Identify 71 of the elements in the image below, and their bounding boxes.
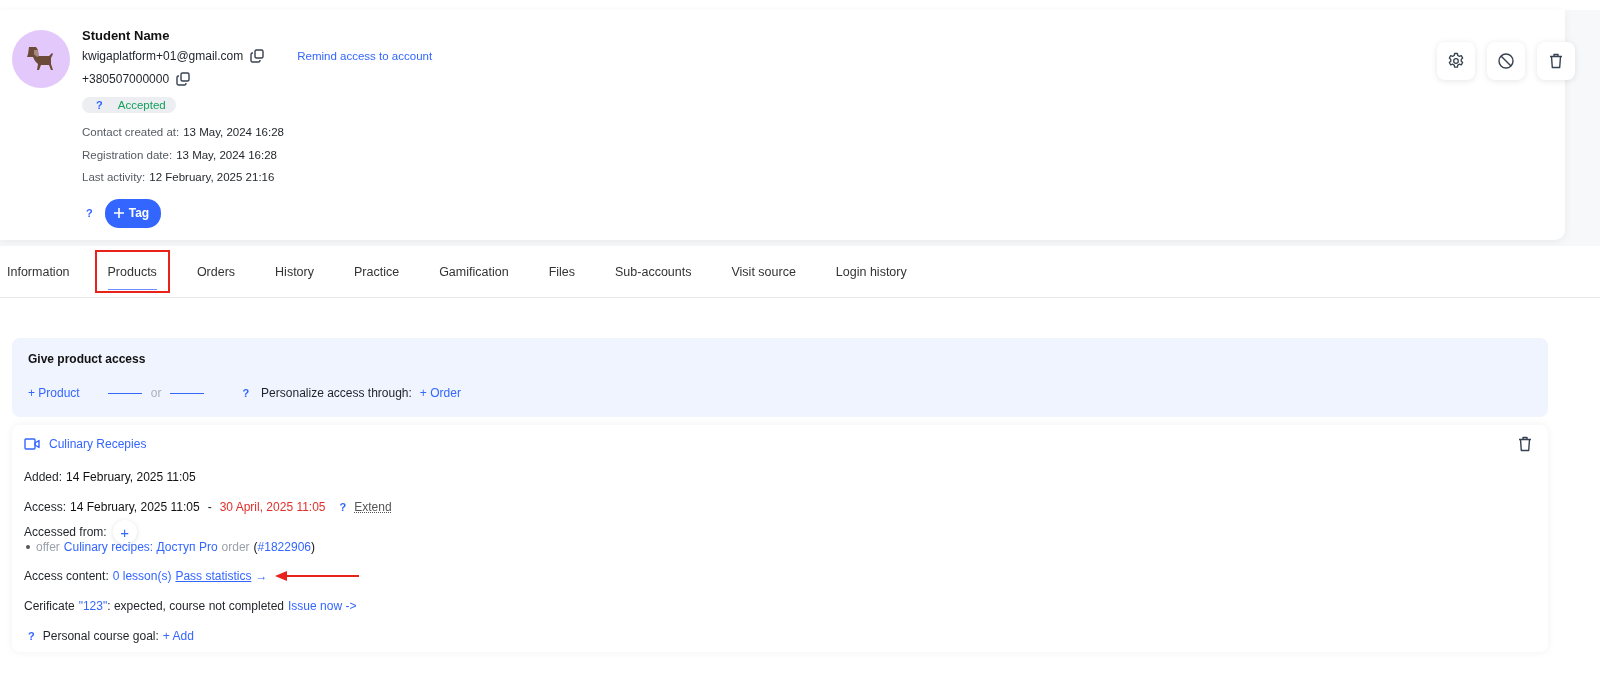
or-text: or [150, 386, 162, 400]
pass-statistics-link[interactable]: Pass statistics [175, 569, 252, 583]
detail-value: 12 February, 2025 21:16 [149, 171, 275, 184]
detail-value: 13 May, 2024 16:28 [183, 126, 284, 139]
help-icon[interactable]: ? [24, 630, 39, 642]
tab[interactable]: Sub-accounts [602, 250, 705, 293]
copy-icon [175, 71, 192, 87]
help-icon[interactable]: ? [335, 501, 351, 513]
student-name: Student Name [82, 28, 171, 44]
tab[interactable]: Products [94, 250, 170, 293]
lessons-link[interactable]: 0 lesson(s) [112, 569, 172, 583]
add-goal-link[interactable]: + Add [162, 629, 194, 643]
bullet [26, 545, 30, 549]
product-title-link[interactable]: Culinary Recepies [49, 437, 147, 451]
detail-label: Registration date: [82, 148, 173, 161]
help-icon[interactable]: ? [238, 387, 254, 399]
access-end: 30 April, 2025 11:05 [219, 500, 326, 514]
copy-button[interactable] [249, 48, 266, 64]
status-text: Accepted [117, 99, 166, 111]
paren-text: ) [311, 540, 315, 554]
personalize-label: Personalize access through: [261, 386, 412, 400]
tab[interactable]: Login history [822, 250, 920, 293]
tab[interactable]: Visit source [718, 250, 809, 293]
goal-label: Personal course goal: [42, 629, 159, 643]
added-date: 14 February, 2025 11:05 [66, 470, 196, 484]
help-icon[interactable]: ? [92, 99, 107, 111]
access-content-label: Access content: [24, 569, 109, 583]
access-start: 14 February, 2025 11:05 [70, 500, 200, 514]
add-product-link[interactable]: + Product [28, 386, 80, 400]
order-number-link[interactable]: #1822906 [257, 540, 311, 554]
certificate-label: Cerificate [24, 599, 75, 613]
tab[interactable]: Files [535, 250, 589, 293]
issue-link[interactable]: Issue now -> [288, 599, 357, 613]
copy-button[interactable] [175, 71, 192, 87]
certificate-status: : expected, course not completed [107, 599, 284, 613]
add-tag-button[interactable]: Tag [104, 198, 162, 228]
block-icon [1497, 52, 1515, 70]
trash-button[interactable] [1537, 42, 1575, 80]
extend-link[interactable]: Extend [354, 500, 392, 514]
added-label: Added: [24, 470, 63, 484]
access-label: Access: [24, 500, 66, 514]
detail-value: 13 May, 2024 16:28 [176, 148, 277, 161]
phone-text: +380507000000 [82, 72, 170, 86]
tab[interactable]: Orders [183, 250, 249, 293]
paren-text: ( [253, 540, 258, 554]
detail-label: Contact created at: [82, 126, 180, 139]
panel-title: Give product access [28, 352, 147, 366]
date-separator: - [207, 500, 212, 514]
source-type: order [221, 540, 250, 554]
add-order-link[interactable]: + Order [419, 386, 461, 400]
email-text: kwigaplatform+01@gmail.com [82, 49, 244, 63]
video-icon [24, 437, 40, 451]
arrow-text: → [255, 569, 268, 583]
tab[interactable]: Practice [341, 250, 413, 293]
remind-link[interactable]: Remind access to account [297, 50, 433, 62]
accessed-from-label: Accessed from: [24, 525, 107, 539]
block-button[interactable] [1487, 42, 1525, 80]
trash-icon [1516, 435, 1534, 453]
tab[interactable]: Information [0, 250, 83, 293]
delete-button[interactable] [1516, 435, 1534, 453]
tab[interactable]: History [262, 250, 327, 293]
plus-icon [113, 208, 124, 218]
source-kind: offer [36, 540, 60, 554]
detail-label: Last activity: [82, 171, 146, 184]
help-icon[interactable]: ? [82, 207, 97, 219]
copy-icon [249, 48, 266, 64]
settings-icon [1447, 52, 1465, 70]
trash-icon [1547, 52, 1565, 70]
settings-button[interactable] [1437, 42, 1475, 80]
tab[interactable]: Gamification [426, 250, 522, 293]
add-source-button[interactable]: + [112, 520, 137, 544]
